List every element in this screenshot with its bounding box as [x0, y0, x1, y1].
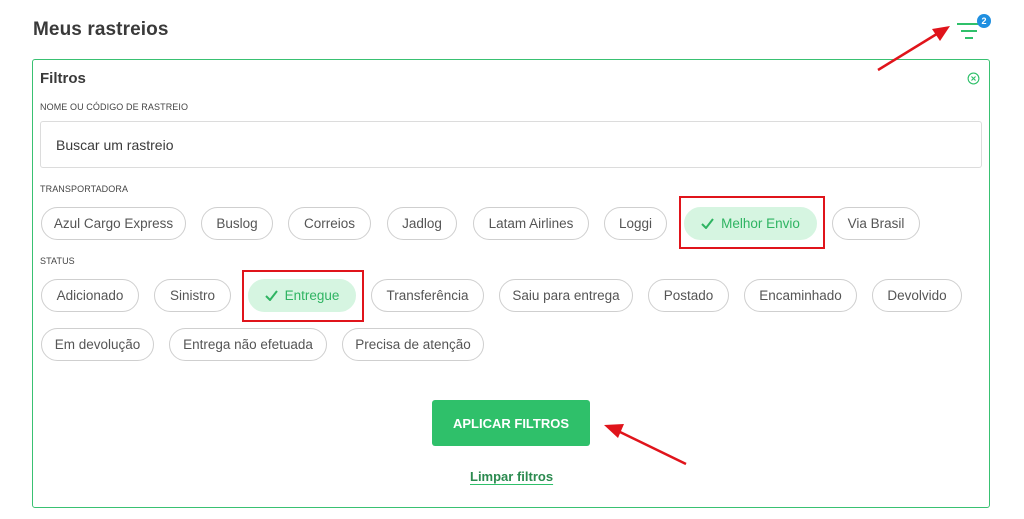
status-chip-sinistro[interactable]: Sinistro	[154, 279, 231, 312]
search-input[interactable]	[40, 121, 982, 168]
check-icon	[264, 290, 278, 301]
close-circle-icon[interactable]	[967, 72, 980, 85]
carrier-chip-buslog[interactable]: Buslog	[201, 207, 273, 240]
apply-filters-button[interactable]: APLICAR FILTROS	[432, 400, 590, 446]
status-chip-postado[interactable]: Postado	[648, 279, 729, 312]
status-chip-entrega-nao-efetuada[interactable]: Entrega não efetuada	[169, 328, 327, 361]
status-chip-entregue[interactable]: Entregue	[248, 279, 356, 312]
carrier-chip-melhor-envio[interactable]: Melhor Envio	[684, 207, 817, 240]
carrier-chip-latam-airlines[interactable]: Latam Airlines	[473, 207, 589, 240]
status-label: STATUS	[40, 256, 75, 266]
carrier-chip-via-brasil[interactable]: Via Brasil	[832, 207, 920, 240]
filter-toggle-button[interactable]: 2	[954, 14, 991, 44]
status-chip-transferencia[interactable]: Transferência	[371, 279, 484, 312]
status-chip-devolvido[interactable]: Devolvido	[872, 279, 962, 312]
carrier-chip-azul-cargo-express[interactable]: Azul Cargo Express	[41, 207, 186, 240]
filters-title: Filtros	[40, 70, 86, 87]
carrier-chip-jadlog[interactable]: Jadlog	[387, 207, 457, 240]
carrier-label: TRANSPORTADORA	[40, 184, 129, 194]
status-chip-precisa-de-atencao[interactable]: Precisa de atenção	[342, 328, 484, 361]
filter-count-badge: 2	[977, 14, 991, 28]
clear-filters-link[interactable]: Limpar filtros	[470, 469, 553, 484]
status-chip-em-devolucao[interactable]: Em devolução	[41, 328, 154, 361]
status-chip-adicionado[interactable]: Adicionado	[41, 279, 139, 312]
search-label: NOME OU CÓDIGO DE RASTREIO	[40, 102, 189, 112]
carrier-chip-correios[interactable]: Correios	[288, 207, 371, 240]
page-title: Meus rastreios	[33, 19, 169, 40]
check-icon	[701, 218, 714, 229]
status-chip-encaminhado[interactable]: Encaminhado	[744, 279, 857, 312]
carrier-chip-loggi[interactable]: Loggi	[604, 207, 667, 240]
status-chip-saiu-para-entrega[interactable]: Saiu para entrega	[499, 279, 633, 312]
